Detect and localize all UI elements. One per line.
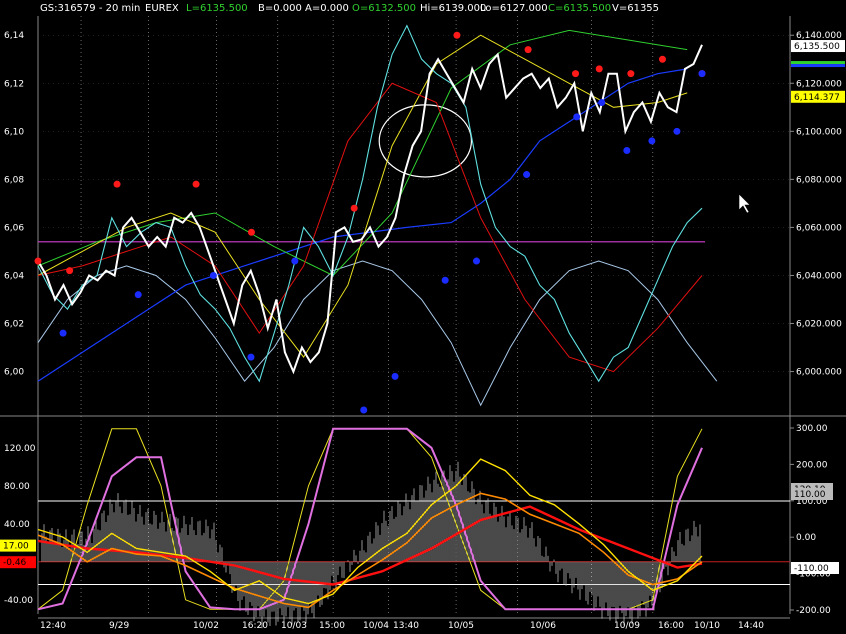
- header-high: Hi=6139.000: [420, 3, 486, 14]
- price-label-text: 6,135.500: [794, 42, 840, 52]
- blue-dot: [441, 276, 449, 284]
- blue-dot: [247, 353, 255, 361]
- red-dot: [524, 46, 532, 54]
- red-dot: [595, 65, 603, 73]
- red-dot: [34, 257, 42, 265]
- green-band-marker: [791, 61, 845, 65]
- y-tick-left: 6,04: [4, 271, 24, 281]
- price-label-text: 6,114.377: [794, 93, 840, 103]
- blue-band-marker: [791, 64, 845, 68]
- red-dot: [350, 204, 358, 212]
- y-tick-left: 6,00: [4, 368, 24, 378]
- time-axis-label: 10/05: [448, 621, 474, 631]
- series-price: [37, 44, 703, 375]
- blue-dot: [698, 70, 706, 78]
- red-dot: [658, 55, 666, 63]
- red-dot: [572, 70, 580, 78]
- header-bar: GS:316579 - 20 min EUREX L=6135.500 B=0.…: [40, 3, 659, 14]
- y-tick-left: 6,06: [4, 223, 24, 233]
- blue-dot: [59, 329, 67, 337]
- header-last: L=6135.500: [186, 3, 248, 14]
- time-axis-label: 10/04: [363, 621, 389, 631]
- time-axis-label: 10/03: [281, 621, 307, 631]
- header-volume: V=61355: [612, 3, 659, 14]
- blue-dot: [648, 137, 656, 145]
- time-axis-label: 15:00: [319, 621, 345, 631]
- oscillator-panel: [37, 427, 790, 629]
- y-tick-right: 6,080.000: [796, 175, 842, 185]
- red-dot: [192, 180, 200, 188]
- red-dot: [453, 31, 461, 39]
- blue-dot: [523, 171, 531, 179]
- y-tick-left: 6,14: [4, 31, 24, 41]
- y-tick-right: 6,140.000: [796, 31, 842, 41]
- header-close: C=6135.500: [548, 3, 611, 14]
- y-tick-left: 6,08: [4, 175, 24, 185]
- y-tick-right: 6,120.000: [796, 79, 842, 89]
- header-low: Lo=6127.000: [480, 3, 548, 14]
- series-arc_line: [37, 260, 718, 407]
- osc-y-tick-right: 300.00: [796, 424, 828, 434]
- y-tick-right: 6,020.000: [796, 320, 842, 330]
- osc-value-label-text: -0.46: [3, 558, 27, 568]
- time-axis-label: 16:20: [242, 621, 268, 631]
- header-symbol: GS:316579 - 20 min: [40, 3, 140, 14]
- time-axis-label: 10/09: [614, 621, 640, 631]
- red-dot: [66, 267, 74, 275]
- time-axis-label: 14:40: [738, 621, 764, 631]
- osc-y-tick-left: 80.00: [4, 482, 30, 492]
- header-bid: B=0.000: [258, 3, 302, 14]
- y-tick-left: 6,12: [4, 79, 24, 89]
- osc-value-label-text: 17.00: [3, 542, 29, 552]
- blue-dot: [291, 257, 299, 265]
- time-axis-label: 13:40: [393, 621, 419, 631]
- red-dot: [627, 70, 635, 78]
- time-axis-label: 9/29: [109, 621, 129, 631]
- blue-dot: [573, 113, 581, 121]
- chart-window: GS:316579 - 20 min EUREX L=6135.500 B=0.…: [0, 0, 846, 634]
- time-axis-label: 10/10: [694, 621, 720, 631]
- time-axis-label: 10/06: [530, 621, 556, 631]
- blue-dot: [391, 372, 399, 380]
- blue-dot: [134, 291, 142, 299]
- blue-dot: [598, 98, 606, 106]
- y-tick-left: 6,10: [4, 127, 24, 137]
- osc-y-tick-right: -200.00: [796, 606, 831, 616]
- blue-dot: [673, 127, 681, 135]
- price-chart[interactable]: GS:316579 - 20 min EUREX L=6135.500 B=0.…: [0, 0, 846, 634]
- y-tick-right: 6,060.000: [796, 223, 842, 233]
- mouse-cursor-icon: [738, 193, 751, 214]
- y-tick-right: 6,040.000: [796, 271, 842, 281]
- red-dot: [113, 180, 121, 188]
- osc-value-label-text: 110.00: [794, 490, 826, 500]
- osc-y-tick-left: 40.00: [4, 520, 30, 530]
- y-tick-right: 6,000.000: [796, 368, 842, 378]
- blue-dot: [209, 271, 217, 279]
- series-yellow_line: [37, 34, 688, 358]
- header-open: O=6132.500: [352, 3, 416, 14]
- osc-value-label-text: -110.00: [794, 564, 829, 574]
- blue-dot: [472, 257, 480, 265]
- y-tick-right: 6,100.000: [796, 127, 842, 137]
- header-exchange: EUREX: [145, 3, 179, 14]
- series-secondary: [37, 24, 703, 383]
- red-dot: [247, 228, 255, 236]
- ellipse-annotation: [378, 104, 473, 178]
- blue-dot: [360, 406, 368, 414]
- price-panel: [34, 24, 718, 414]
- y-tick-left: 6,02: [4, 320, 24, 330]
- osc-y-tick-right: 0.00: [796, 533, 816, 543]
- time-axis-label: 16:00: [658, 621, 684, 631]
- time-axis-label: 12:40: [40, 621, 66, 631]
- header-ask: A=0.000: [305, 3, 349, 14]
- osc-y-tick-left: -40.00: [4, 596, 33, 606]
- time-axis-label: 10/02: [193, 621, 219, 631]
- osc-y-tick-right: 200.00: [796, 460, 828, 470]
- osc-y-tick-left: 120.00: [4, 444, 36, 454]
- blue-dot: [623, 147, 631, 155]
